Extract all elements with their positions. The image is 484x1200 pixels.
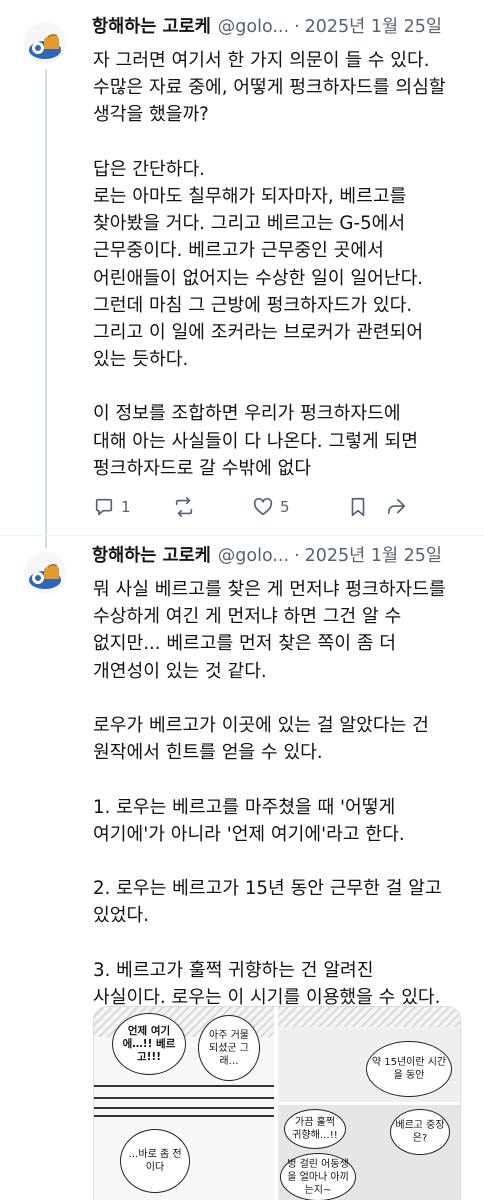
text-line: 답은 간단하다. [93, 158, 205, 180]
text-line: 2. 로우는 베르고가 15년 동안 근무한 걸 알고 [93, 878, 442, 900]
share-button[interactable] [385, 496, 407, 518]
panel-railing [94, 1107, 274, 1117]
text-line: 그리고 이 일에 조커라는 브로커가 관련되어 [93, 321, 424, 343]
tweet-actions: 1 5 [93, 493, 473, 521]
tweet-header: 항해하는 고로케 @golo... · 2025년 1월 25일 [92, 542, 474, 568]
author-name[interactable]: 항해하는 고로케 [92, 13, 211, 38]
speech-bubble: 베르고 중장은? [390, 1109, 450, 1155]
reply-count: 1 [121, 498, 131, 516]
avatar[interactable] [24, 552, 66, 594]
manga-panel-bottom-right[interactable]: 가끔 훌쩍 귀향해…!! 베르고 중장은? 벙 걸린 어동생을 얼마나 아끼는지… [278, 1105, 460, 1200]
text-line [93, 129, 481, 156]
speech-bubble: 아주 거물 되셨군 그래… [198, 1015, 260, 1081]
author-handle[interactable]: @golo... [218, 546, 289, 566]
repost-icon [175, 497, 193, 517]
text-line: 이 정보를 조합하면 우리가 펑크하자드에 [93, 403, 401, 425]
share-icon [387, 498, 406, 515]
bookmark-icon [351, 497, 365, 517]
text-line: 3. 베르고가 훌쩍 귀향하는 건 알려진 [93, 959, 374, 981]
text-line: 어린애들이 없어지는 수상한 일이 일어난다. [93, 267, 424, 289]
text-line [93, 766, 481, 793]
thread-line [45, 536, 47, 548]
text-line: 여기에'가 아니라 '언제 여기에'라고 한다. [93, 823, 405, 845]
text-line: 있는 듯하다. [93, 349, 189, 371]
text-line: 생각을 했을까? [93, 104, 209, 126]
tweet-date[interactable]: 2025년 1월 25일 [305, 542, 442, 567]
tweet[interactable]: 항해하는 고로케 @golo... · 2025년 1월 25일 뭐 사실 베르… [0, 536, 484, 1200]
speech-bubble: 언제 여기에…!! 베르고!!! [112, 1013, 186, 1075]
text-line: 찾아봤을 거다. 그리고 베르고는 G-5에서 [93, 213, 406, 235]
speech-bubble: 가끔 훌쩍 귀향해…!! [284, 1109, 346, 1149]
manga-panel-top-right[interactable]: 약 15년이란 시간을 동안 [278, 1007, 460, 1102]
text-line [93, 929, 481, 956]
text-line: 펑크하자드로 갈 수밖에 없다 [93, 457, 312, 479]
text-line: 1. 로우는 베르고를 마주쳤을 때 '어떻게 [93, 796, 396, 818]
text-line [93, 685, 481, 712]
tweet-header: 항해하는 고로케 @golo... · 2025년 1월 25일 [92, 13, 474, 39]
tweet-text: 자 그러면 여기서 한 가지 의문이 들 수 있다. 수많은 자료 중에, 어떻… [93, 47, 481, 482]
text-line [93, 848, 481, 875]
text-line: 뭐 사실 베르고를 찾은 게 먼저냐 펑크하자드를 [93, 579, 446, 600]
avatar[interactable] [24, 22, 66, 64]
attached-image[interactable]: 언제 여기에…!! 베르고!!! 아주 거물 되셨군 그래… …바로 좀 전이다… [93, 1006, 461, 1200]
reply-button[interactable]: 1 [93, 496, 131, 518]
heart-icon [253, 497, 273, 516]
author-handle[interactable]: @golo... [218, 17, 289, 37]
speech-bubble: 벙 걸린 어동생을 얼마나 아끼는지~ [280, 1153, 356, 1200]
panel-hatching [278, 1007, 460, 1027]
text-line: 없지만... 베르고를 먼저 찾은 쪽이 좀 더 [93, 633, 397, 655]
goroke-avatar-icon [29, 563, 61, 589]
text-line: 자 그러면 여기서 한 가지 의문이 들 수 있다. [93, 50, 430, 71]
text-line: 수많은 자료 중에, 어떻게 펑크하자드를 의심할 [93, 77, 446, 99]
author-name[interactable]: 항해하는 고로케 [92, 542, 211, 567]
text-line: 근무중이다. 베르고가 근무중인 곳에서 [93, 240, 384, 262]
manga-panel-left[interactable]: 언제 여기에…!! 베르고!!! 아주 거물 되셨군 그래… …바로 좀 전이다 [94, 1007, 274, 1200]
reply-icon [95, 498, 113, 516]
bookmark-button[interactable] [347, 496, 369, 518]
panel-railing [94, 1085, 274, 1099]
separator-dot: · [294, 546, 300, 566]
repost-button[interactable] [173, 496, 201, 518]
speech-bubble: 약 15년이란 시간을 동안 [366, 1041, 452, 1097]
text-line [93, 373, 481, 400]
text-line: 원작에서 힌트를 얻을 수 있다. [93, 742, 323, 764]
separator-dot: · [294, 17, 300, 37]
text-line: 로는 아마도 칠무해가 되자마자, 베르고를 [93, 185, 407, 207]
goroke-avatar-icon [29, 33, 61, 59]
tweet[interactable]: 항해하는 고로케 @golo... · 2025년 1월 25일 자 그러면 여… [0, 0, 484, 536]
text-line: 있었다. [93, 905, 149, 927]
thread-line [45, 70, 47, 536]
tweet-text: 뭐 사실 베르고를 찾은 게 먼저냐 펑크하자드를 수상하게 여긴 게 먼저냐 … [93, 576, 481, 1011]
text-line: 로우가 베르고가 이곳에 있는 걸 알았다는 건 [93, 714, 429, 736]
like-count: 5 [280, 498, 290, 516]
text-line: 그런데 마침 그 근방에 펑크하자드가 있다. [93, 294, 413, 316]
text-line: 수상하게 여긴 게 먼저냐 하면 그건 알 수 [93, 606, 402, 628]
tweet-divider [0, 535, 484, 536]
text-line: 대해 아는 사실들이 다 나온다. 그렇게 되면 [93, 430, 418, 452]
tweet-date[interactable]: 2025년 1월 25일 [305, 13, 442, 38]
speech-bubble: …바로 좀 전이다 [120, 1129, 190, 1193]
text-line: 개연성이 있는 것 같다. [93, 660, 267, 682]
like-button[interactable]: 5 [252, 496, 290, 518]
